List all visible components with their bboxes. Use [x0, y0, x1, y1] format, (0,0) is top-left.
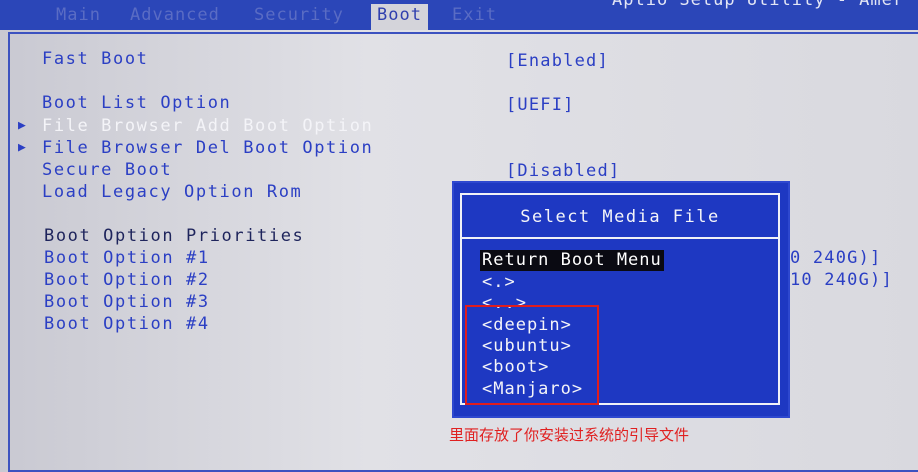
tab-security[interactable]: Security [254, 4, 344, 26]
setting-boot-option-2-value[interactable]: 10 240G)] [790, 270, 893, 290]
boot-priorities-heading: Boot Option Priorities [44, 226, 305, 246]
setting-fast-boot-value[interactable]: [Enabled] [506, 51, 609, 71]
setting-file-browser-del[interactable]: File Browser Del Boot Option [42, 138, 373, 158]
setting-boot-option-4[interactable]: Boot Option #4 [44, 314, 210, 334]
setting-boot-list-option[interactable]: Boot List Option [42, 93, 231, 113]
setting-file-browser-add[interactable]: File Browser Add Boot Option [42, 116, 373, 136]
setting-boot-option-1-value[interactable]: 0 240G)] [790, 248, 881, 268]
tab-main[interactable]: Main [56, 4, 101, 26]
setting-boot-option-3[interactable]: Boot Option #3 [44, 292, 210, 312]
tab-advanced[interactable]: Advanced [130, 4, 220, 26]
tab-boot[interactable]: Boot [371, 4, 428, 30]
setting-fast-boot[interactable]: Fast Boot [42, 49, 149, 69]
setting-boot-list-option-value[interactable]: [UEFI] [506, 95, 575, 115]
tab-exit[interactable]: Exit [452, 4, 497, 26]
header-title: Aptio Setup Utility - Amer [612, 0, 905, 10]
annotation-highlight-box [465, 305, 599, 405]
dialog-item-return-boot-menu[interactable]: Return Boot Menu [480, 250, 664, 271]
submenu-arrow-icon: ▶ [18, 118, 26, 133]
dialog-title: Select Media File [520, 207, 720, 227]
dialog-divider [462, 237, 778, 239]
setting-boot-option-1[interactable]: Boot Option #1 [44, 248, 210, 268]
dialog-item-current-dir[interactable]: <.> [482, 272, 516, 293]
menu-bar: Main Advanced Security Boot Exit Aptio S… [0, 0, 918, 30]
setting-secure-boot[interactable]: Secure Boot [42, 160, 172, 180]
bios-screen: Main Advanced Security Boot Exit Aptio S… [0, 0, 918, 472]
setting-secure-boot-value[interactable]: [Disabled] [506, 161, 620, 181]
annotation-caption: 里面存放了你安装过系统的引导文件 [449, 426, 690, 444]
setting-boot-option-2[interactable]: Boot Option #2 [44, 270, 210, 290]
setting-load-legacy-rom[interactable]: Load Legacy Option Rom [42, 182, 302, 202]
submenu-arrow-icon: ▶ [18, 140, 26, 155]
